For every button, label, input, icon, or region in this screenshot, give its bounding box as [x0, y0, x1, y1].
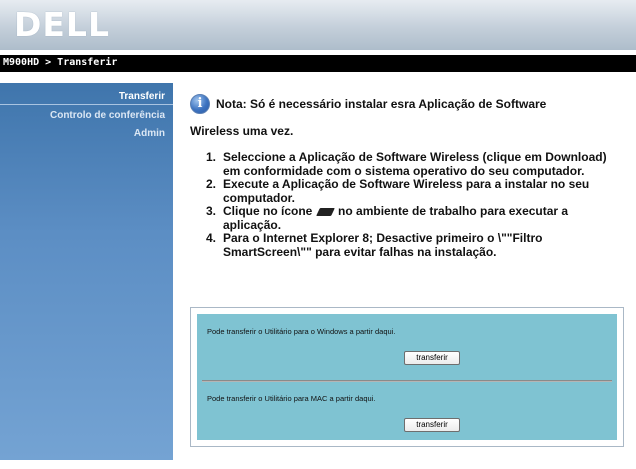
step-text: Clique no ícone no ambiente de trabalho … — [223, 204, 623, 232]
instruction-list: 1. Seleccione a Aplicação de Software Wi… — [193, 150, 623, 259]
step-number: 2. — [205, 177, 216, 191]
instruction-step-4: 4. Para o Internet Explorer 8; Desactive… — [193, 231, 623, 259]
sidebar-item-transferir[interactable]: Transferir — [0, 91, 174, 105]
step-text: Execute a Aplicação de Software Wireless… — [223, 177, 590, 205]
mac-download-button[interactable]: transferir — [404, 418, 460, 432]
projector-shortcut-icon — [315, 207, 335, 216]
header-banner: DELL — [0, 0, 636, 50]
download-panel-body: Pode transferir o Utilitário para o Wind… — [197, 314, 617, 440]
step-text-before-icon: Clique no ícone — [223, 204, 313, 218]
step-text: Seleccione a Aplicação de Software Wirel… — [223, 150, 607, 178]
sidebar: Transferir Controlo de conferência Admin — [0, 83, 174, 460]
step-number: 1. — [205, 150, 216, 164]
panel-divider — [202, 380, 612, 382]
windows-download-button[interactable]: transferir — [404, 351, 460, 365]
info-icon: i — [190, 94, 210, 114]
sidebar-item-admin[interactable]: Admin — [134, 128, 165, 139]
breadcrumb: M900HD > Transferir — [3, 57, 118, 68]
sidebar-item-controlo-de-conferencia[interactable]: Controlo de conferência — [50, 110, 165, 121]
dell-logo: DELL — [14, 5, 110, 44]
step-text: Para o Internet Explorer 8; Desactive pr… — [223, 231, 543, 259]
step-number: 4. — [205, 231, 216, 245]
instruction-step-2: 2. Execute a Aplicação de Software Wirel… — [193, 177, 623, 205]
instruction-step-3: 3. Clique no ícone no ambiente de trabal… — [193, 204, 623, 232]
step-number: 3. — [205, 204, 216, 218]
download-panel: Pode transferir o Utilitário para o Wind… — [190, 307, 624, 447]
note-text-line2: Wireless uma vez. — [190, 124, 294, 138]
windows-download-text: Pode transferir o Utilitário para o Wind… — [207, 327, 396, 336]
mac-download-text: Pode transferir o Utilitário para MAC a … — [207, 394, 376, 403]
note-text-line1: Nota: Só é necessário instalar esra Apli… — [216, 97, 547, 111]
breadcrumb-bar: M900HD > Transferir — [0, 55, 636, 72]
instruction-step-1: 1. Seleccione a Aplicação de Software Wi… — [193, 150, 623, 178]
